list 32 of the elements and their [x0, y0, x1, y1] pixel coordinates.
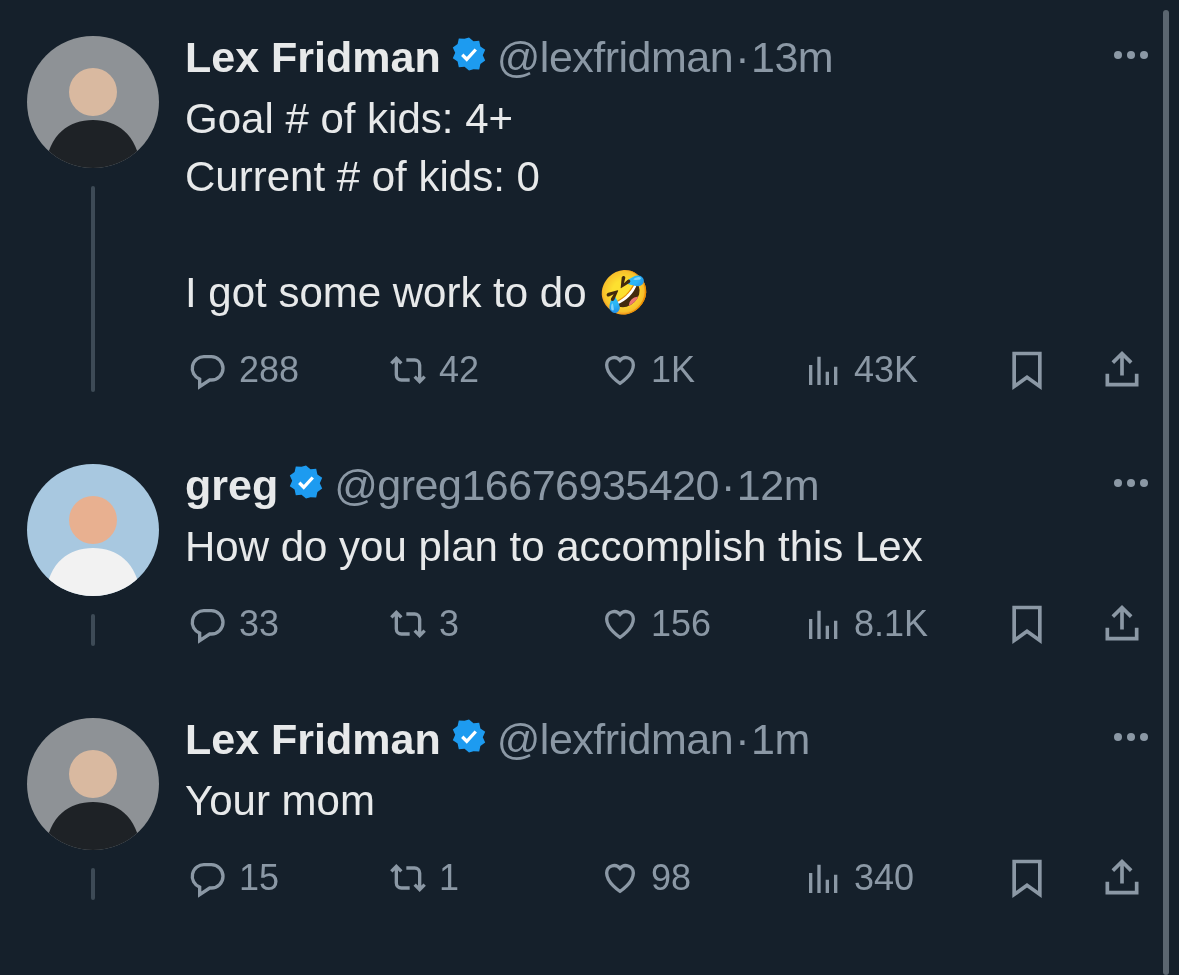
author-handle[interactable]: @greg16676935420	[334, 460, 719, 510]
more-icon[interactable]	[1113, 50, 1149, 60]
views-count: 8.1K	[854, 603, 929, 645]
like-count: 156	[651, 603, 712, 645]
tweet-text: I got some work to do 🤣	[185, 268, 652, 318]
tweet-text: Your mom	[185, 776, 376, 826]
like-count: 98	[651, 857, 692, 899]
separator-dot: ·	[720, 460, 735, 510]
separator-dot: ·	[735, 32, 749, 82]
timestamp[interactable]: 13m	[751, 32, 834, 82]
separator-dot: ·	[735, 714, 749, 764]
repost-count: 3	[439, 603, 460, 645]
repost-count: 1	[439, 857, 460, 899]
timestamp[interactable]: 1m	[751, 714, 810, 764]
more-icon[interactable]	[1113, 478, 1149, 488]
reply-count: 288	[239, 349, 300, 391]
author-name[interactable]: Lex Fridman	[185, 714, 441, 764]
timestamp[interactable]: 12m	[736, 460, 819, 510]
repost-count: 42	[439, 349, 480, 391]
like-count: 1K	[651, 349, 696, 391]
author-name[interactable]: greg	[185, 460, 279, 510]
author-handle[interactable]: @lexfridman	[496, 714, 734, 764]
tweet-text: How do you plan to accomplish this Lex	[185, 522, 924, 572]
reply-count: 15	[239, 857, 280, 899]
tweet-text: Goal # of kids: 4+ Current # of kids: 0	[185, 94, 541, 202]
author-handle[interactable]: @lexfridman	[496, 32, 734, 82]
views-count: 43K	[854, 349, 919, 391]
views-count: 340	[854, 857, 915, 899]
reply-count: 33	[239, 603, 280, 645]
author-name[interactable]: Lex Fridman	[185, 32, 441, 82]
more-icon[interactable]	[1113, 732, 1149, 742]
scrollbar[interactable]	[1163, 10, 1169, 975]
